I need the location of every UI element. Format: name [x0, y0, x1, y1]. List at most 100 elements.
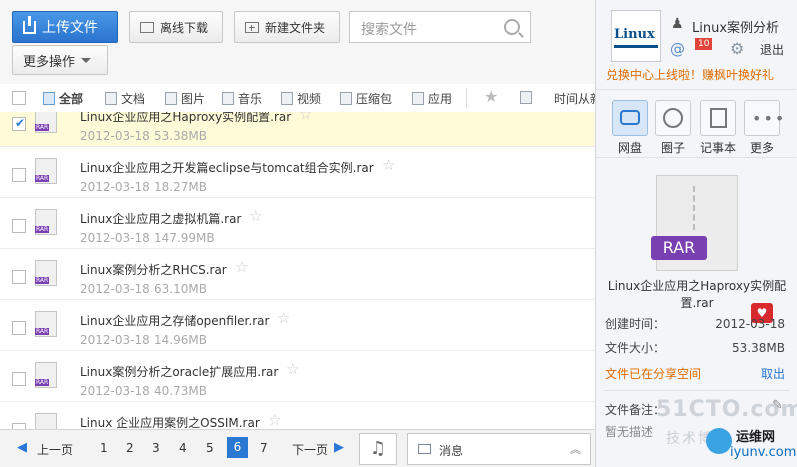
page-link[interactable]: 3	[152, 441, 160, 455]
rar-file-preview-icon: RAR	[651, 175, 738, 271]
notification-badge[interactable]: 10	[695, 38, 713, 50]
at-mention-icon[interactable]: @	[670, 40, 685, 58]
upload-label: 上传文件	[42, 20, 98, 36]
book-stripe	[614, 45, 658, 48]
nav-more[interactable]: •••	[744, 100, 784, 136]
star-icon[interactable]: ☆	[268, 411, 281, 429]
nav-circle[interactable]	[655, 100, 691, 136]
toolbar: 上传文件 离线下载 新建文件夹 搜索文件 更多操作	[0, 0, 595, 85]
page-link[interactable]: 4	[179, 441, 187, 455]
rar-file-icon	[35, 362, 57, 388]
rar-file-icon	[35, 158, 57, 184]
rar-file-icon	[35, 260, 57, 286]
file-row[interactable]: ✔ Linux企业应用之Haproxy实例配置.rar 2012-03-18 53.3…	[0, 112, 595, 147]
star-icon[interactable]: ☆	[249, 207, 262, 225]
message-label: 消息	[439, 444, 464, 458]
username[interactable]: Linux案例分析	[692, 17, 779, 36]
file-date: 2012-03-18	[80, 231, 150, 245]
filter-all[interactable]: 全部	[43, 90, 83, 107]
filter-bar: 全部 文档 图片 音乐 视频 压缩包 应用 ★ 时间从新	[0, 84, 602, 113]
search-input[interactable]: 搜索文件	[349, 11, 531, 43]
file-name[interactable]: Linux企业应用之开发篇eclipse与tomcat组合实例.rar	[80, 159, 374, 176]
prev-page-link[interactable]: 上一页	[37, 441, 73, 458]
file-size: 40.73MB	[154, 384, 207, 398]
star-icon[interactable]: ☆	[299, 112, 312, 123]
book-title: Linux	[614, 27, 655, 42]
filter-app[interactable]: 应用	[412, 90, 452, 107]
starred-filter-icon[interactable]: ★	[484, 87, 498, 106]
file-name[interactable]: Linux企业应用之虚拟机篇.rar	[80, 210, 241, 227]
select-all-checkbox[interactable]	[12, 91, 26, 105]
file-name[interactable]: Linux案例分析之oracle扩展应用.rar	[80, 363, 278, 380]
page-link[interactable]: 5	[206, 441, 214, 455]
row-checkbox[interactable]	[12, 321, 26, 335]
music-note-icon: ♫	[369, 438, 387, 459]
list-view-icon[interactable]	[520, 91, 532, 104]
prev-arrow-icon[interactable]: ◀	[17, 440, 27, 455]
upload-icon	[23, 15, 36, 34]
rar-file-icon	[35, 311, 57, 337]
file-date: 2012-03-18	[80, 282, 150, 296]
expand-up-icon[interactable]: ︽	[570, 441, 581, 457]
filter-archive[interactable]: 压缩包	[340, 90, 392, 107]
more-actions-button[interactable]: 更多操作	[12, 45, 108, 75]
cancel-share-link[interactable]: 取出	[761, 365, 785, 382]
row-checkbox[interactable]	[12, 168, 26, 182]
watermark-yunwei: 运维网	[736, 430, 776, 445]
star-icon[interactable]: ☆	[235, 258, 248, 276]
row-checkbox[interactable]: ✔	[12, 116, 26, 131]
filter-archive-label: 压缩包	[356, 92, 393, 106]
page-current[interactable]: 6	[227, 437, 248, 458]
logout-link[interactable]: 退出	[760, 41, 784, 58]
filter-doc-label: 文档	[121, 92, 146, 106]
rar-file-icon	[35, 209, 57, 235]
filter-image[interactable]: 图片	[165, 90, 205, 107]
file-row[interactable]: Linux案例分析之oracle扩展应用.rar 2012-03-18 40.73M…	[0, 351, 595, 402]
video-icon	[281, 92, 293, 105]
message-box[interactable]: 消息 ︽	[407, 433, 591, 465]
app-icon	[412, 92, 424, 105]
folder-add-icon	[245, 21, 259, 33]
page-link[interactable]: 1	[100, 441, 108, 455]
monitor-icon	[140, 21, 154, 33]
row-checkbox[interactable]	[12, 372, 26, 386]
next-page-link[interactable]: 下一页	[292, 441, 328, 458]
filter-music[interactable]: 音乐	[222, 90, 262, 107]
book-cover-avatar: Linux	[611, 10, 661, 62]
new-folder-button[interactable]: 新建文件夹	[234, 11, 340, 43]
next-arrow-icon[interactable]: ▶	[334, 440, 344, 455]
offline-download-button[interactable]: 离线下载	[129, 11, 223, 43]
filter-doc[interactable]: 文档	[105, 90, 145, 107]
file-row[interactable]: Linux案例分析之RHCS.rar 2012-03-18 63.10MB ☆	[0, 249, 595, 300]
notebook-icon	[710, 108, 727, 128]
file-name[interactable]: Linux企业应用之存储openfiler.rar	[80, 312, 269, 329]
file-name[interactable]: Linux案例分析之RHCS.rar	[80, 261, 227, 278]
row-checkbox[interactable]	[12, 219, 26, 233]
nav-notebook[interactable]	[700, 100, 736, 136]
music-player-button[interactable]: ♫	[359, 433, 397, 465]
search-icon[interactable]	[504, 19, 520, 35]
image-icon	[165, 92, 177, 105]
promo-banner[interactable]: 兑换中心上线啦！赚枫叶换好礼	[606, 66, 774, 83]
page-link[interactable]: 7	[260, 441, 268, 455]
nav-netdisk[interactable]	[612, 100, 648, 136]
file-row[interactable]: Linux企业应用之存储openfiler.rar 2012-03-18 14.96…	[0, 300, 595, 351]
page-link[interactable]: 2	[126, 441, 134, 455]
upload-button[interactable]: 上传文件	[12, 11, 118, 43]
divider	[604, 390, 790, 391]
file-row[interactable]: Linux企业应用之虚拟机篇.rar 2012-03-18 147.99MB ☆	[0, 198, 595, 249]
star-icon[interactable]: ☆	[286, 360, 299, 378]
filter-video[interactable]: 视频	[281, 90, 321, 107]
file-size: 63.10MB	[154, 282, 207, 296]
file-size: 53.38MB	[154, 129, 207, 143]
file-name[interactable]: Linux 企业应用案例之OSSIM.rar	[80, 414, 260, 429]
star-icon[interactable]: ☆	[382, 156, 395, 174]
star-icon[interactable]: ☆	[277, 309, 290, 327]
gear-icon[interactable]: ⚙	[730, 39, 744, 58]
file-row[interactable]: Linux企业应用之开发篇eclipse与tomcat组合实例.rar 2012-…	[0, 147, 595, 198]
row-checkbox[interactable]	[12, 270, 26, 284]
file-name[interactable]: Linux企业应用之Haproxy实例配置.rar	[80, 112, 291, 125]
filter-all-label: 全部	[59, 92, 84, 106]
file-row[interactable]: Linux 企业应用案例之OSSIM.rar ☆	[0, 402, 595, 429]
archive-icon	[340, 92, 352, 105]
